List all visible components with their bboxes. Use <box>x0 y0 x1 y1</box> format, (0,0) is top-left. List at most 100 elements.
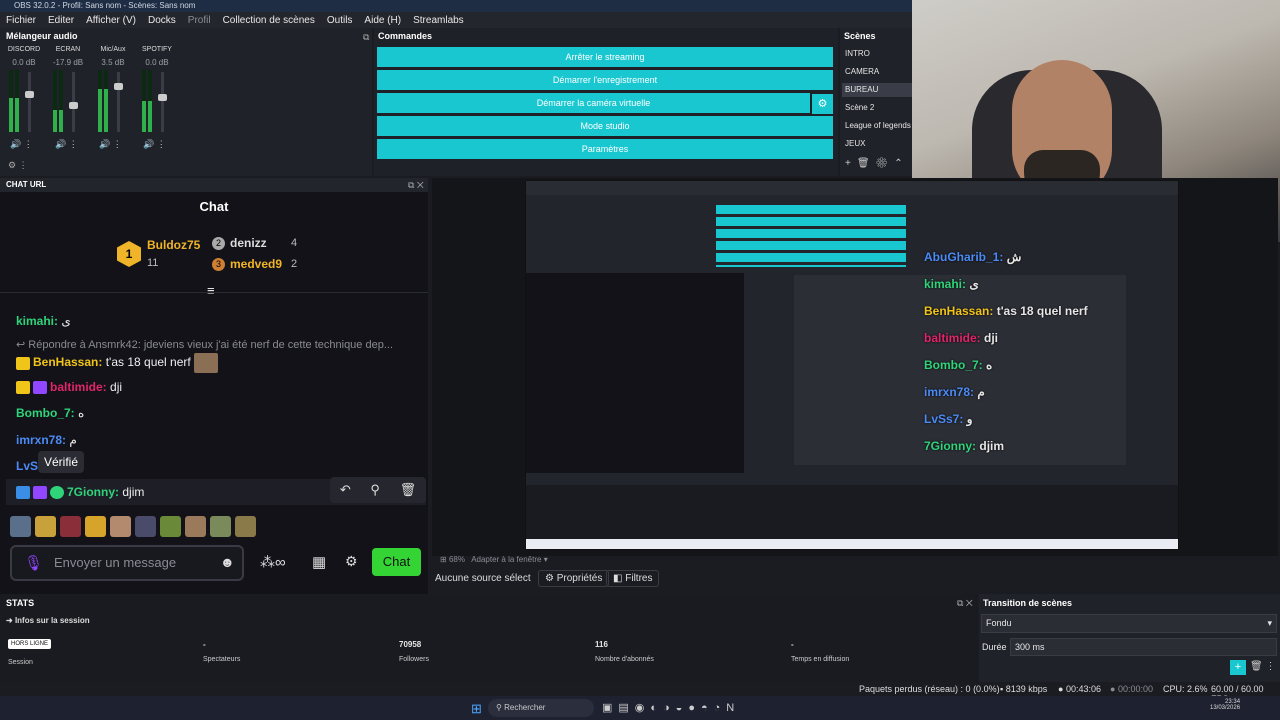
username[interactable]: LvS <box>16 459 38 473</box>
username[interactable]: Bombo_7: <box>16 406 75 420</box>
tool-badge-icon <box>16 486 30 500</box>
studio-mode-button[interactable]: Mode studio <box>377 116 833 136</box>
volume-slider[interactable] <box>25 72 34 132</box>
clock[interactable]: 23:34 13/03/2026 <box>1210 699 1240 711</box>
overlay-text: م <box>977 385 985 399</box>
emote[interactable] <box>60 516 81 537</box>
volume-knob[interactable] <box>158 94 167 101</box>
menu-afficher[interactable]: Afficher (V) <box>80 15 142 26</box>
username[interactable]: BenHassan: <box>33 355 102 369</box>
scene-item[interactable]: JEUX <box>845 139 865 148</box>
rank-2-badge: 2 <box>212 237 225 250</box>
stat-label: Temps en diffusion <box>791 656 850 663</box>
menu-outils[interactable]: Outils <box>321 15 359 26</box>
chat-input[interactable]: 🎙 Envoyer un message ☻ <box>10 545 244 581</box>
virtual-camera-settings-icon[interactable]: ⚙ <box>812 94 833 114</box>
volume-slider[interactable] <box>114 72 123 132</box>
scene-item-selected[interactable]: BUREAU <box>842 83 912 97</box>
menu-aide[interactable]: Aide (H) <box>358 15 407 26</box>
stream-time-value: 00:43:06 <box>1065 684 1101 694</box>
emoji-icon[interactable]: ☻ <box>220 554 235 570</box>
emote[interactable] <box>110 516 131 537</box>
settings-button[interactable]: Paramètres <box>377 139 833 159</box>
volume-knob[interactable] <box>25 91 34 98</box>
username[interactable]: baltimide: <box>50 380 107 394</box>
reply-icon[interactable]: ↶ <box>340 482 351 498</box>
preview-canvas[interactable] <box>525 180 1179 550</box>
transition-type-select[interactable]: Fondu ▾ <box>981 614 1277 633</box>
collapse-icon[interactable]: ≡ <box>207 283 215 298</box>
emote[interactable] <box>85 516 106 537</box>
leader-2-name[interactable]: denizz <box>230 236 267 250</box>
scene-item[interactable]: INTRO <box>845 49 870 58</box>
menu-docks[interactable]: Docks <box>142 15 182 26</box>
menu-bar: Fichier Editer Afficher (V) Docks Profil… <box>0 12 912 28</box>
menu-streamlabs[interactable]: Streamlabs <box>407 15 470 26</box>
start-recording-button[interactable]: Démarrer l'enregistrement <box>377 70 833 90</box>
preview-zoom-bar[interactable]: ⊞ 68% Adapter à la fenêtre ▾ <box>440 555 548 564</box>
overlay-text: t'as 18 quel nerf <box>996 304 1088 318</box>
username[interactable]: 7Gionny: <box>67 485 119 499</box>
filters-label: Filtres <box>625 573 653 584</box>
reply-context[interactable]: ↩ Répondre à Ansmrk42: jdeviens vieux j'… <box>16 338 393 351</box>
menu-profil[interactable]: Profil <box>182 15 217 26</box>
chat-send-button[interactable]: Chat <box>372 548 421 576</box>
chat-url-titlebar <box>0 178 428 192</box>
transition-controls[interactable]: 🗑 ⋮ <box>1250 661 1275 672</box>
emote[interactable] <box>235 516 256 537</box>
overlay-username: LvSs7: <box>924 412 964 426</box>
microphone-icon[interactable]: 🎙 <box>24 554 43 572</box>
volume-knob[interactable] <box>69 102 78 109</box>
emote[interactable] <box>210 516 231 537</box>
emote[interactable] <box>135 516 156 537</box>
menu-editer[interactable]: Editer <box>42 15 80 26</box>
settings-icon[interactable]: ⚙ <box>345 553 358 570</box>
leader-3-name[interactable]: medved9 <box>230 257 282 271</box>
store-icon[interactable]: ▦ <box>312 553 326 571</box>
channel-points-icon[interactable]: ⁂∞ <box>260 553 286 571</box>
overlay-message: BenHassan: t'as 18 quel nerf <box>924 304 1088 318</box>
audio-meter-fill <box>142 101 146 132</box>
taskbar-search[interactable]: ⚲ Rechercher <box>488 699 594 717</box>
scene-controls[interactable]: +🗑⚙⌃ <box>845 158 909 169</box>
speaker-icon[interactable]: 🔊 ⋮ <box>55 139 78 150</box>
taskbar-apps[interactable]: ▣▤◉◐◑◒●◓◔N <box>602 701 740 714</box>
menu-fichier[interactable]: Fichier <box>0 15 42 26</box>
dock-float-icon[interactable]: ⧉ <box>363 32 369 43</box>
stat-value: - <box>791 640 794 649</box>
verified-badge-icon[interactable] <box>50 486 64 500</box>
volume-slider[interactable] <box>69 72 78 132</box>
emote[interactable] <box>185 516 206 537</box>
properties-label: Propriétés <box>556 573 603 584</box>
speaker-icon[interactable]: 🔊 ⋮ <box>143 139 166 150</box>
speaker-icon[interactable]: 🔊 ⋮ <box>10 139 33 150</box>
windows-start-icon[interactable]: ⊞ <box>471 701 482 717</box>
audio-meter <box>142 70 146 132</box>
add-transition-button[interactable]: + <box>1230 660 1246 675</box>
session-info-label: Infos sur la session <box>14 616 90 625</box>
close-icon[interactable]: ⧉ ✕ <box>957 598 973 609</box>
start-virtual-camera-button[interactable]: Démarrer la caméra virtuelle <box>377 93 810 113</box>
username[interactable]: imrxn78: <box>16 433 66 447</box>
menu-collection[interactable]: Collection de scènes <box>217 15 321 26</box>
scene-item[interactable]: League of legends <box>845 121 911 130</box>
stop-streaming-button[interactable]: Arrêter le streaming <box>377 47 833 67</box>
leader-1-name[interactable]: Buldoz75 <box>147 238 200 252</box>
volume-slider[interactable] <box>158 72 167 132</box>
mixer-settings-icon[interactable]: ⚙ ⋮ <box>8 160 28 171</box>
volume-knob[interactable] <box>114 83 123 90</box>
close-icon[interactable]: ⧉ ✕ <box>408 180 424 191</box>
filters-button[interactable]: ◧ Filtres <box>606 570 660 587</box>
duration-input[interactable]: 300 ms <box>1010 638 1277 656</box>
speaker-icon[interactable]: 🔊 ⋮ <box>99 139 122 150</box>
rank-3-badge: 3 <box>212 258 225 271</box>
emote[interactable] <box>35 516 56 537</box>
properties-button[interactable]: ⚙ Propriétés <box>538 570 610 587</box>
scene-item[interactable]: CAMERA <box>845 67 879 76</box>
emote[interactable] <box>10 516 31 537</box>
scene-item[interactable]: Scène 2 <box>845 103 874 112</box>
username[interactable]: kimahi: <box>16 314 58 328</box>
delete-icon[interactable]: 🗑 <box>400 482 417 498</box>
pin-icon[interactable]: ⚲ <box>370 482 380 498</box>
emote[interactable] <box>160 516 181 537</box>
